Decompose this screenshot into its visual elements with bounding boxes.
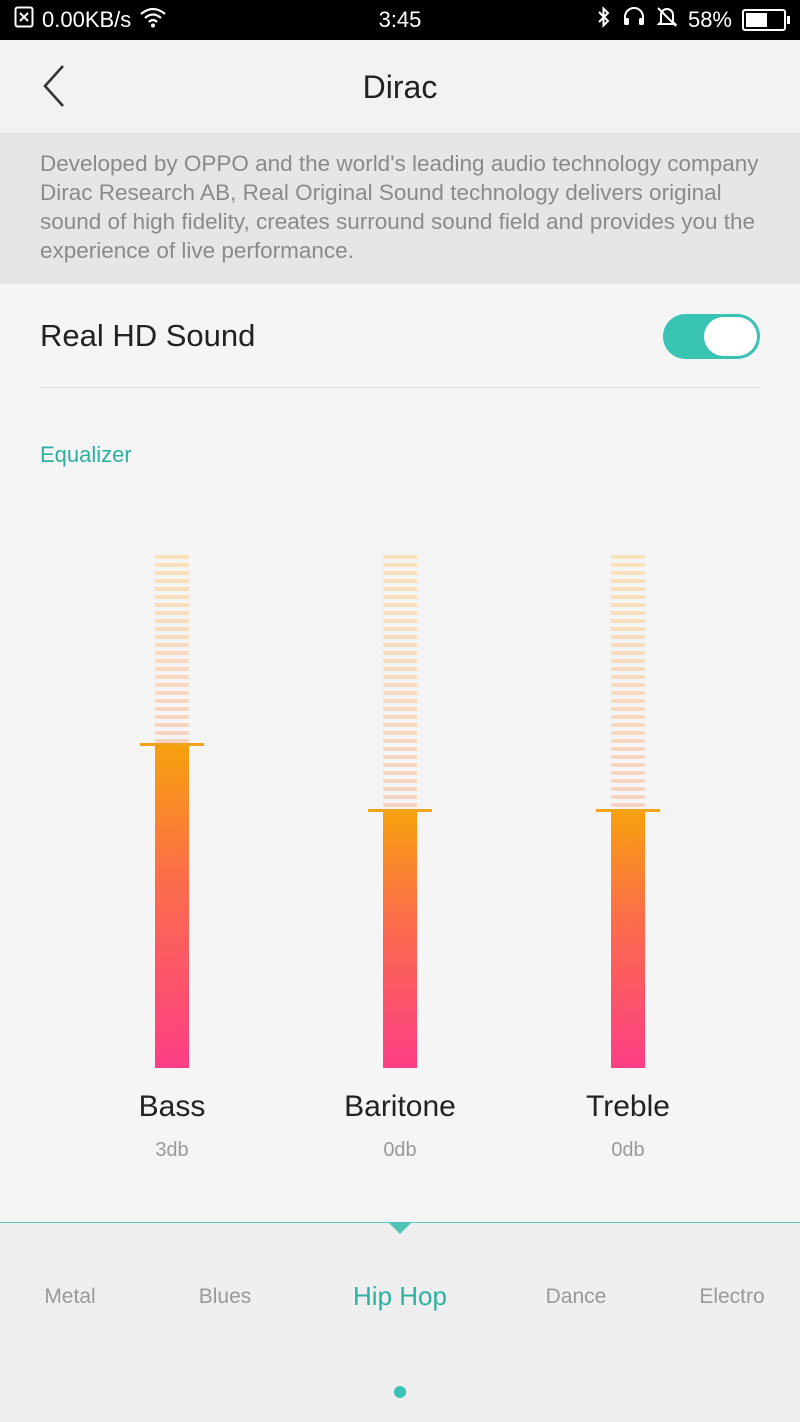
bluetooth-icon: [596, 6, 612, 34]
page-indicator-dot: [394, 1386, 406, 1398]
eq-slider-treble[interactable]: [596, 555, 660, 1068]
headset-icon: [622, 6, 646, 34]
preset-dance[interactable]: Dance: [496, 1285, 656, 1309]
battery-percent: 58%: [687, 7, 732, 32]
eq-slider-baritone[interactable]: [368, 555, 432, 1068]
eq-band-value: 0db: [611, 1139, 645, 1161]
preset-metal[interactable]: Metal: [0, 1285, 150, 1309]
eq-level-fill: [383, 811, 417, 1068]
page-title: Dirac: [362, 69, 438, 105]
eq-slider-handle[interactable]: [596, 809, 660, 812]
real-hd-sound-label: Real HD Sound: [40, 318, 256, 353]
chevron-left-icon: [41, 64, 67, 113]
preset-blues[interactable]: Blues: [145, 1285, 305, 1309]
preset-electro[interactable]: Electro: [652, 1285, 800, 1309]
status-right: 58%: [596, 0, 790, 40]
eq-slider-handle[interactable]: [140, 743, 204, 746]
eq-band-name: Treble: [586, 1090, 670, 1123]
eq-band-baritone: Baritone 0db: [320, 555, 480, 1175]
toggle-knob: [704, 317, 757, 356]
status-bar: 0.00KB/s 3:45 58%: [0, 0, 800, 40]
eq-band-treble: Treble 0db: [548, 555, 708, 1175]
preset-hip-hop[interactable]: Hip Hop: [320, 1281, 480, 1312]
eq-slider-bass[interactable]: [140, 555, 204, 1068]
eq-band-value: 0db: [383, 1139, 417, 1161]
battery-fill: [746, 13, 767, 27]
eq-band-name: Bass: [138, 1090, 206, 1123]
eq-track-unfilled: [383, 555, 417, 809]
preset-pointer-icon: [388, 1222, 412, 1234]
back-button[interactable]: [26, 58, 82, 118]
equalizer-label: Equalizer: [40, 442, 132, 467]
battery-icon: [742, 9, 790, 31]
eq-track-unfilled: [611, 555, 645, 809]
eq-level-fill: [155, 745, 189, 1068]
eq-band-value: 3db: [155, 1139, 189, 1161]
app-header: Dirac: [0, 40, 800, 134]
real-hd-sound-row: Real HD Sound: [40, 284, 760, 388]
dirac-description: Developed by OPPO and the world's leadin…: [0, 134, 800, 284]
eq-slider-handle[interactable]: [368, 809, 432, 812]
preset-selector: Metal Blues Hip Hop Dance Electro: [0, 1222, 800, 1422]
eq-track-unfilled: [155, 555, 189, 743]
eq-band-name: Baritone: [344, 1090, 456, 1123]
mute-bell-icon: [656, 6, 678, 34]
eq-band-bass: Bass 3db: [92, 555, 252, 1175]
eq-level-fill: [611, 811, 645, 1068]
real-hd-sound-toggle[interactable]: [663, 314, 760, 359]
